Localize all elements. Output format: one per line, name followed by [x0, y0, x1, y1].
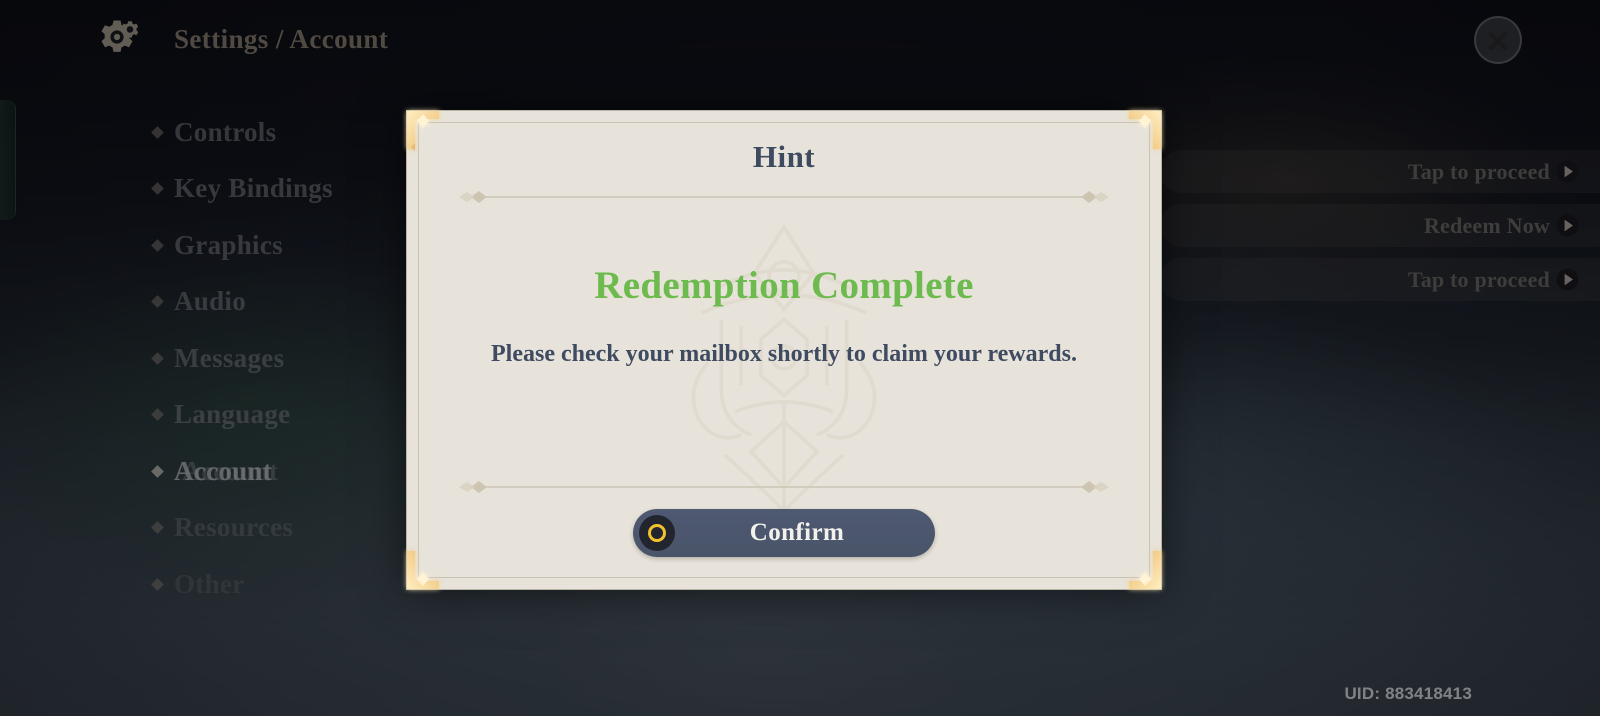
hint-dialog: Hint Redemption Complete Please check yo… — [406, 110, 1162, 590]
key-ring-icon — [639, 515, 675, 551]
confirm-button[interactable]: Confirm — [633, 509, 935, 557]
divider-bottom — [457, 476, 1111, 498]
divider-top — [457, 186, 1111, 208]
dialog-title: Hint — [752, 139, 816, 174]
dialog-body-text: Please check your mailbox shortly to cla… — [491, 341, 1077, 367]
dialog-heading: Redemption Complete — [594, 264, 974, 307]
game-settings-screen: Settings / Account Controls Key Bindings… — [0, 0, 1600, 716]
confirm-button-label: Confirm — [749, 519, 845, 546]
